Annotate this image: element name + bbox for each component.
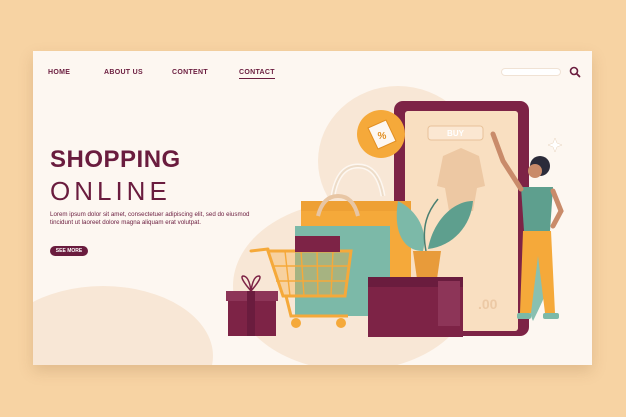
percent-tag-icon: % bbox=[357, 110, 405, 158]
boxes bbox=[368, 277, 463, 337]
price-text: .00 bbox=[478, 296, 498, 312]
shopping-illustration: BUY .00 % bbox=[226, 101, 564, 337]
svg-text:%: % bbox=[378, 131, 387, 142]
landing-card: HOME ABOUT US CONTENT CONTACT SHOPPING O… bbox=[33, 51, 592, 365]
gift-box-icon bbox=[226, 275, 278, 336]
sparkle-icon bbox=[547, 137, 563, 153]
buy-label[interactable]: BUY bbox=[447, 129, 465, 138]
